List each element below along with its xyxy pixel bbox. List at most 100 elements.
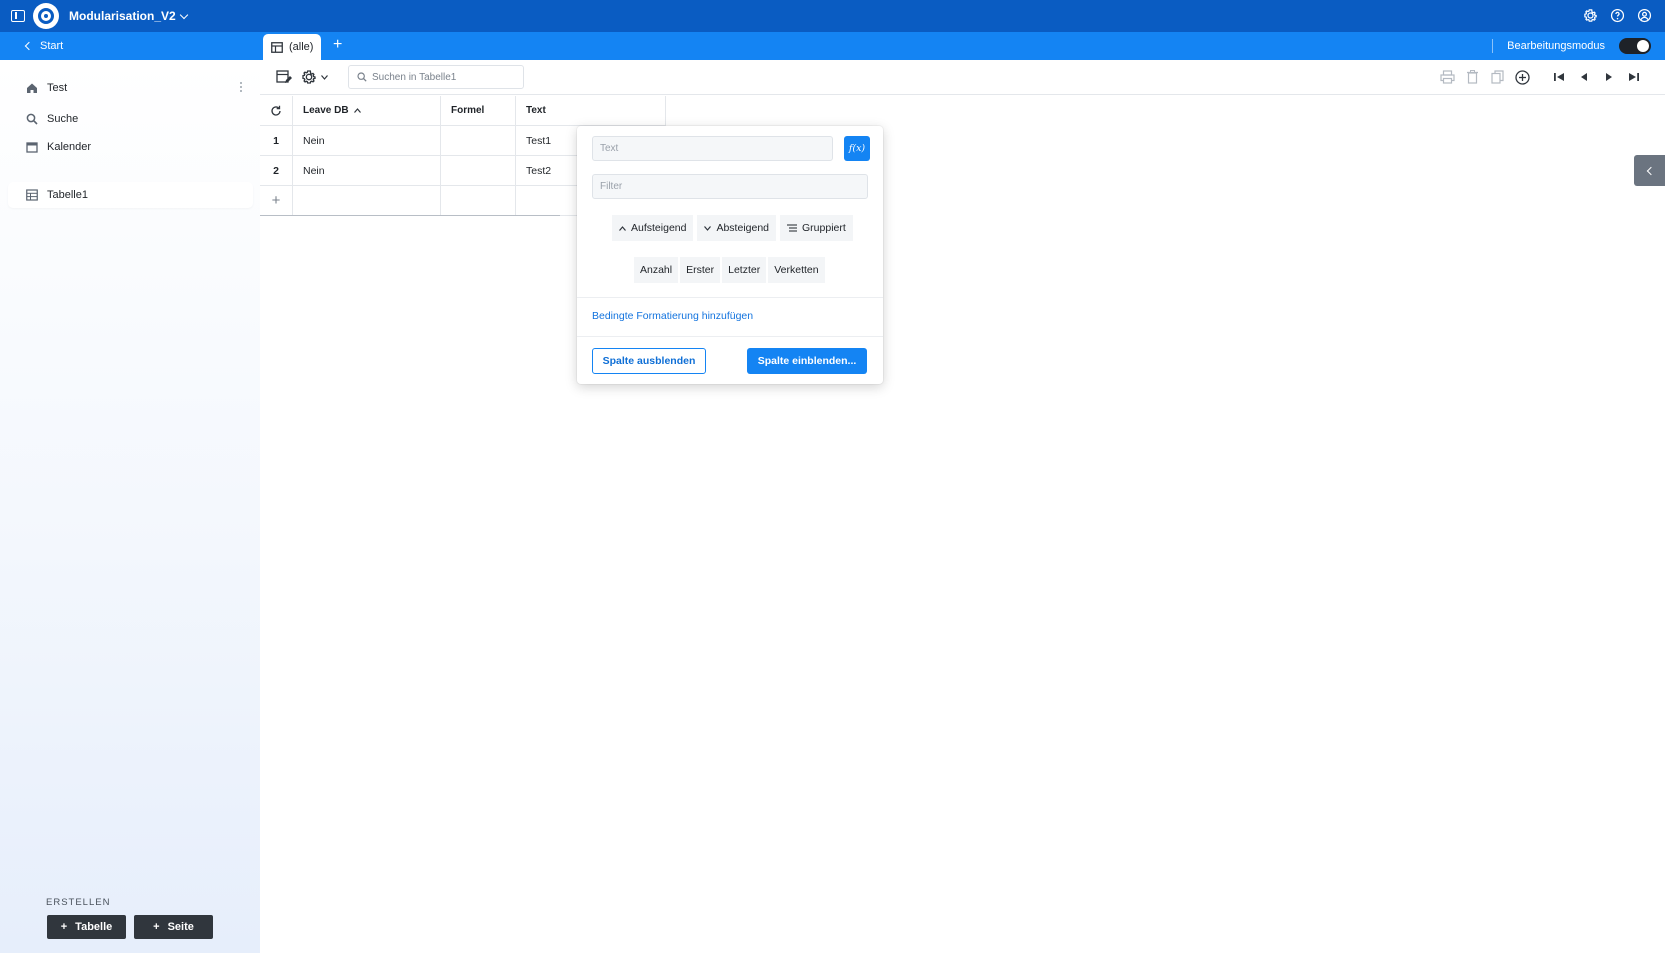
create-page-button[interactable]: + Seite (134, 915, 213, 939)
table-icon (271, 41, 283, 53)
show-columns-button[interactable]: Spalte einblenden... (747, 348, 867, 374)
sort-descending-label: Absteigend (716, 222, 770, 234)
add-row-button[interactable]: + (260, 186, 293, 216)
table-search-input[interactable]: Suchen in Tabelle1 (348, 65, 524, 89)
sidebar-item-test[interactable]: Test (26, 78, 67, 98)
divider (1492, 39, 1493, 53)
chevron-down-icon (704, 225, 712, 231)
table-cell[interactable] (441, 186, 516, 216)
app-title[interactable]: Modularisation_V2 (69, 9, 176, 23)
settings-icon[interactable] (1582, 7, 1599, 24)
column-filter-input[interactable]: Filter (592, 174, 868, 199)
hide-column-button[interactable]: Spalte ausblenden (592, 348, 706, 374)
table-cell[interactable] (441, 126, 516, 156)
chevron-down-icon[interactable] (179, 10, 188, 19)
divider (577, 297, 883, 298)
table-cell[interactable]: Nein (293, 156, 441, 186)
tab-label: (alle) (289, 41, 314, 53)
app-logo[interactable] (33, 3, 59, 29)
column-header-label: Text (526, 105, 546, 116)
sidebar-item-label: Test (47, 82, 68, 94)
home-icon (26, 82, 38, 94)
sort-ascending-button[interactable]: Aufsteigend (612, 215, 694, 241)
table-icon (26, 189, 38, 201)
tab-alle[interactable]: (alle) (263, 34, 321, 60)
sub-bar: Start (alle) + Bearbeitungsmodus (0, 32, 1665, 60)
help-icon[interactable] (1609, 7, 1626, 24)
filter-placeholder: Filter (600, 181, 623, 192)
aggregate-count-button[interactable]: Anzahl (634, 257, 679, 283)
main-area: Suchen in Tabelle1 Leave DB Formel Text … (260, 60, 1665, 953)
sidebar-item-label: Tabelle1 (47, 189, 88, 201)
create-page-label: Seite (167, 921, 194, 933)
sort-ascending-label: Aufsteigend (631, 222, 687, 234)
group-label: Gruppiert (802, 222, 846, 234)
edit-mode-toggle[interactable] (1619, 38, 1651, 54)
add-conditional-format-link[interactable]: Bedingte Formatierung hinzufügen (592, 310, 753, 322)
next-record-icon[interactable] (1600, 68, 1618, 86)
table-toolbar: Suchen in Tabelle1 (260, 60, 1665, 95)
table-cell[interactable] (441, 156, 516, 186)
back-button[interactable]: Start (24, 40, 64, 52)
table-cell[interactable]: Nein (293, 126, 441, 156)
view-edit-icon[interactable] (275, 68, 293, 86)
details-panel-toggle[interactable] (1634, 155, 1665, 186)
plus-icon: + (153, 921, 160, 933)
group-icon (787, 224, 798, 232)
table-header-row: Leave DB Formel Text (260, 96, 666, 126)
sidebar-item-kalender[interactable]: Kalender (26, 137, 91, 157)
search-icon (357, 72, 367, 82)
column-name-placeholder: Text (600, 143, 619, 154)
delete-icon[interactable] (1463, 68, 1481, 86)
column-header-leave-db[interactable]: Leave DB (293, 96, 441, 126)
top-bar: Modularisation_V2 (0, 0, 1665, 32)
sidebar-item-suche[interactable]: Suche (26, 109, 78, 129)
last-record-icon[interactable] (1625, 68, 1643, 86)
sidebar-item-label: Kalender (47, 141, 92, 153)
aggregate-first-button[interactable]: Erster (680, 257, 721, 283)
add-tab-button[interactable]: + (333, 37, 342, 53)
search-icon (26, 113, 38, 125)
group-button[interactable]: Gruppiert (780, 215, 853, 241)
column-header-text[interactable]: Text (516, 96, 666, 126)
add-circle-icon[interactable] (1513, 68, 1531, 86)
aggregate-last-button[interactable]: Letzter (722, 257, 767, 283)
create-table-label: Tabelle (75, 921, 113, 933)
table-cell[interactable] (293, 186, 441, 216)
plus-icon: + (60, 921, 68, 933)
row-index[interactable]: 2 (260, 156, 293, 186)
chevron-left-icon (24, 41, 34, 51)
print-icon[interactable] (1438, 68, 1456, 86)
sort-descending-button[interactable]: Absteigend (697, 215, 777, 241)
refresh-icon (271, 105, 281, 116)
chevron-left-icon (1646, 166, 1656, 175)
search-placeholder: Suchen in Tabelle1 (372, 71, 457, 83)
formula-button[interactable]: f(x) (844, 136, 870, 161)
previous-record-icon[interactable] (1575, 68, 1593, 86)
column-header-formel[interactable]: Formel (441, 96, 516, 126)
grid-bottom-border (260, 215, 560, 216)
divider (577, 336, 883, 337)
back-label: Start (40, 40, 64, 52)
sidebar-item-tabelle1[interactable]: Tabelle1 (26, 185, 88, 205)
aggregate-concat-button[interactable]: Verketten (768, 257, 825, 283)
chevron-down-icon[interactable] (319, 68, 329, 86)
first-record-icon[interactable] (1550, 68, 1568, 86)
column-options-popup: Text f(x) Filter Aufsteigend Absteigend … (577, 126, 883, 384)
column-header-label: Formel (451, 105, 485, 116)
sort-options: Aufsteigend Absteigend Gruppiert (612, 215, 857, 241)
sidebar-toggle-icon[interactable] (11, 10, 25, 22)
account-icon[interactable] (1636, 7, 1653, 24)
create-section-label: ERSTELLEN (46, 897, 111, 908)
settings-icon[interactable] (300, 68, 318, 86)
row-index[interactable]: 1 (260, 126, 293, 156)
more-options-icon[interactable] (240, 82, 243, 94)
duplicate-icon[interactable] (1488, 68, 1506, 86)
chevron-up-icon (619, 225, 626, 231)
aggregation-options: Anzahl Erster Letzter Verketten (634, 257, 827, 283)
create-table-button[interactable]: + Tabelle (47, 915, 126, 939)
sidebar-item-label: Suche (47, 113, 79, 125)
refresh-button[interactable] (260, 96, 293, 126)
column-name-input[interactable]: Text (592, 136, 833, 161)
sidebar: Test Suche Kalender Tabelle1 ERSTELLEN +… (0, 60, 260, 953)
